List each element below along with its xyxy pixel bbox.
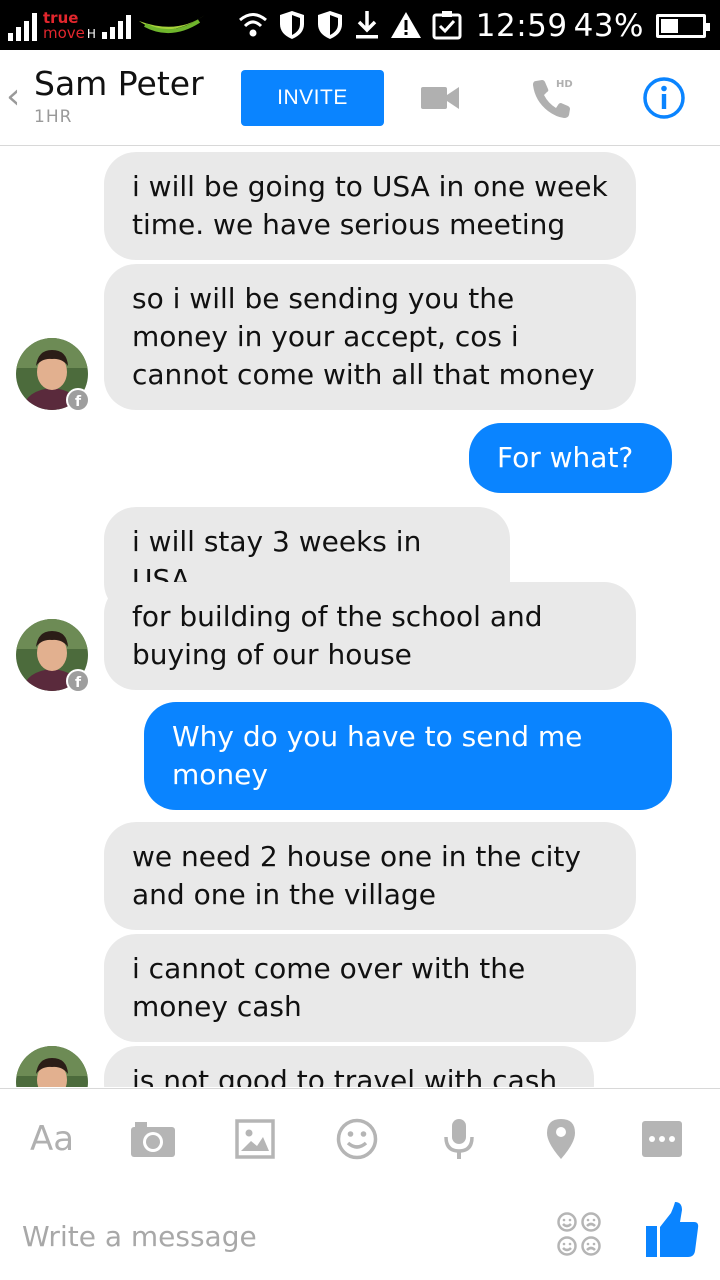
shield-icon [280,11,304,39]
gallery-icon[interactable] [227,1111,283,1167]
location-icon[interactable] [533,1111,589,1167]
carrier-swoosh-icon [138,15,205,33]
message-bubble-incoming[interactable]: is not good to travel with cash [104,1046,594,1087]
avatar[interactable]: f [16,619,90,693]
status-bar: true move H 12:59 43% [0,0,720,50]
message-composer: Aa [0,1088,720,1280]
carrier-label: true move H [43,10,96,42]
facebook-badge-icon: f [66,388,90,412]
message-bubble-incoming[interactable]: i will be going to USA in one week time.… [104,152,636,260]
carrier-bottom-text: move [43,23,85,42]
message-bubble-incoming[interactable]: so i will be sending you the money in yo… [104,264,636,410]
more-icon[interactable] [634,1111,690,1167]
status-left: true move H [8,6,207,46]
shield-2-icon [318,11,342,39]
phone-hd-icon[interactable]: HD [524,70,580,126]
network-type: H [86,26,96,41]
battery-percent: 43% [573,8,644,44]
wifi-icon [239,13,267,37]
camera-icon[interactable] [125,1111,181,1167]
conversation-header: ‹ Sam Peter 1HR INVITE HD [0,50,720,146]
message-thread[interactable]: i will be going to USA in one week time.… [0,147,720,1087]
download-icon [356,11,378,39]
avatar[interactable]: f [16,338,90,412]
svg-text:f: f [75,394,82,410]
hd-label: HD [556,79,573,90]
stickers-icon[interactable] [556,1211,602,1257]
contact-name[interactable]: Sam Peter [34,64,204,103]
text-format-icon[interactable]: Aa [24,1111,80,1167]
clipboard-check-icon [432,11,462,40]
message-bubble-incoming[interactable]: i cannot come over with the money cash [104,934,636,1042]
info-icon[interactable] [636,70,692,126]
battery-icon [656,14,710,38]
invite-button[interactable]: INVITE [241,70,384,126]
status-icons [238,8,462,42]
avatar[interactable] [16,1046,88,1087]
message-bubble-incoming[interactable]: for building of the school and buying of… [104,582,636,690]
status-right: 12:59 43% [475,6,710,46]
last-active-status: 1HR [34,107,73,127]
facebook-badge-icon: f [66,669,90,693]
thumbs-up-icon[interactable] [644,1201,700,1259]
carrier-bottom: move H [43,23,96,42]
messenger-screen: true move H 12:59 43% ‹ Sam Peter 1HR IN… [0,0,720,1280]
video-camera-icon[interactable] [412,70,468,126]
battery-fill [661,19,679,33]
signal-2-icon [101,13,131,39]
message-input[interactable] [22,1214,522,1258]
message-bubble-outgoing[interactable]: Why do you have to send me money [144,702,672,810]
clock: 12:59 [475,8,568,44]
signal-icon [8,11,37,41]
message-bubble-outgoing[interactable]: For what? [469,423,672,493]
emoji-icon[interactable] [329,1111,385,1167]
chevron-left-icon[interactable]: ‹ [6,76,20,117]
message-bubble-incoming[interactable]: we need 2 house one in the city and one … [104,822,636,930]
microphone-icon[interactable] [431,1111,487,1167]
svg-text:f: f [75,675,82,691]
warning-icon [391,12,421,38]
